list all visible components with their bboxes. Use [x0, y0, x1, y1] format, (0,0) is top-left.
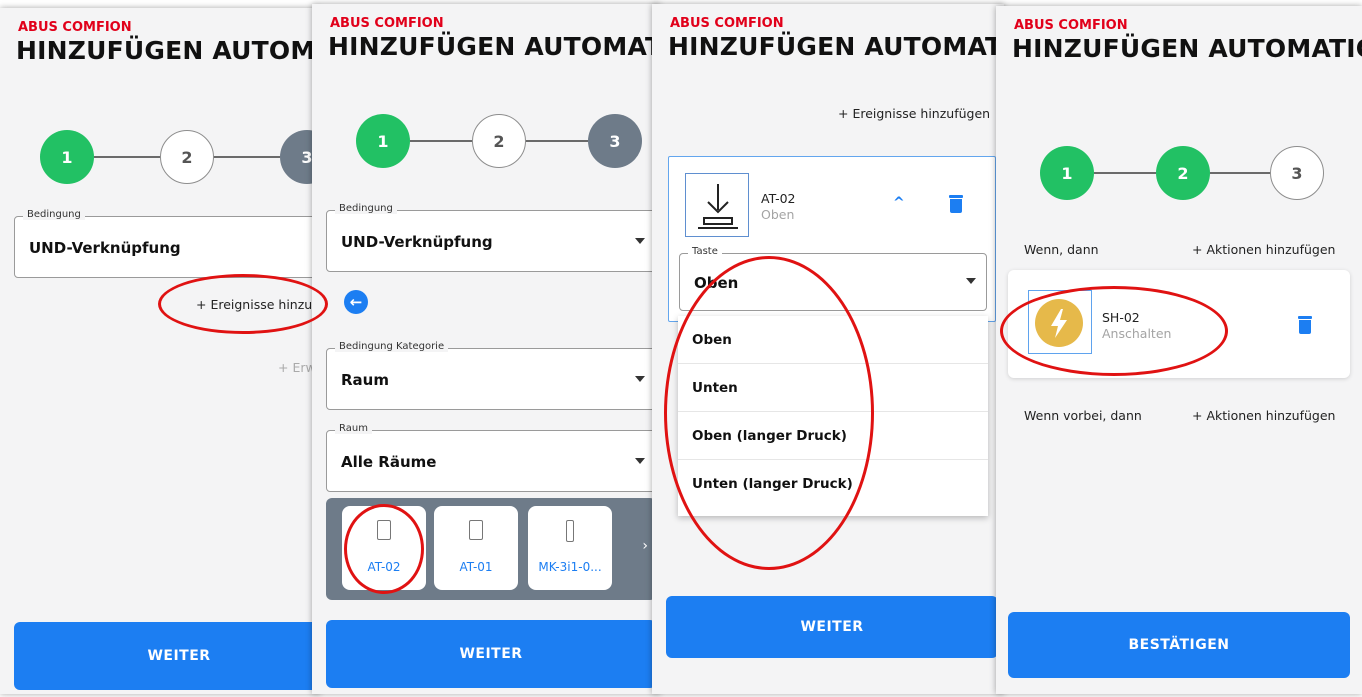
back-arrow-icon[interactable]: ← — [344, 290, 368, 314]
step-connector — [1210, 172, 1270, 174]
when-past-label: Wenn vorbei, dann — [1024, 408, 1142, 423]
page-title: HINZUFÜGEN AUTOMATION — [16, 36, 320, 65]
key-options-menu: Oben Unten Oben (langer Druck) Unten (la… — [678, 316, 988, 516]
chevron-down-icon — [635, 376, 645, 382]
option-oben[interactable]: Oben — [678, 316, 988, 364]
key-legend: Taste — [688, 246, 722, 257]
button-device-icon — [685, 173, 749, 237]
next-button[interactable]: WEITER — [14, 622, 320, 690]
device-tile-label: AT-02 — [367, 560, 401, 574]
action-state: Anschalten — [1102, 326, 1172, 341]
room-value: Alle Räume — [341, 453, 437, 471]
add-events-link[interactable]: + Ereignisse hinzuf — [196, 297, 317, 312]
device-state: Oben — [761, 207, 795, 222]
chevron-down-icon — [635, 458, 645, 464]
chevron-down-icon — [966, 278, 976, 284]
option-unten[interactable]: Unten — [678, 364, 988, 412]
step-2[interactable]: 2 — [160, 130, 214, 184]
brand-label: ABUS COMFION — [670, 16, 784, 31]
device-tile-at-01[interactable]: AT-01 — [434, 506, 518, 590]
chevron-down-icon — [635, 238, 645, 244]
brand-label: ABUS COMFION — [330, 16, 444, 31]
step-1[interactable]: 1 — [356, 114, 410, 168]
when-then-label: Wenn, dann — [1024, 242, 1099, 257]
device-tile-mk[interactable]: MK-3i1-0... — [528, 506, 612, 590]
condition-select[interactable]: Bedingung UND-Verknüpfung — [326, 203, 656, 272]
action-card: SH-02 Anschalten — [1008, 270, 1350, 378]
device-name: AT-02 — [761, 191, 796, 206]
step-2[interactable]: 2 — [472, 114, 526, 168]
event-card: AT-02 Oben ^ Taste Oben — [668, 156, 996, 322]
lightning-icon — [1035, 299, 1083, 347]
contact-icon — [566, 520, 574, 542]
page-title: HINZUFÜGEN AUTOMATION — [328, 32, 660, 61]
option-oben-lang[interactable]: Oben (langer Druck) — [678, 412, 988, 460]
trash-icon[interactable] — [1298, 316, 1312, 334]
category-value: Raum — [341, 371, 389, 389]
step-1[interactable]: 1 — [40, 130, 94, 184]
device-tile-label: MK-3i1-0... — [538, 560, 602, 574]
add-actions-link[interactable]: + Aktionen hinzufügen — [1192, 242, 1335, 257]
condition-value: UND-Verknüpfung — [29, 239, 181, 257]
option-unten-lang[interactable]: Unten (langer Druck) — [678, 460, 988, 508]
step-connector — [526, 140, 588, 142]
room-legend: Raum — [335, 423, 372, 434]
step-3[interactable]: 3 — [588, 114, 642, 168]
category-legend: Bedingung Kategorie — [335, 341, 449, 352]
screen-2-device-select: ABUS COMFION HINZUFÜGEN AUTOMATION 1 2 3… — [312, 4, 660, 694]
chevron-up-icon[interactable]: ^ — [893, 195, 905, 211]
page-title: HINZUFÜGEN AUTOMATION — [668, 32, 1004, 61]
condition-legend: Bedingung — [23, 209, 85, 220]
door-icon — [377, 520, 391, 540]
next-button[interactable]: WEITER — [666, 596, 998, 658]
door-icon — [469, 520, 483, 540]
screen-1-condition: ABUS COMFION HINZUFÜGEN AUTOMATION 1 2 3… — [0, 8, 320, 694]
confirm-button[interactable]: BESTÄTIGEN — [1008, 612, 1350, 678]
trash-icon[interactable] — [949, 195, 963, 213]
add-events-link[interactable]: + Ereignisse hinzufügen — [838, 106, 990, 121]
step-connector — [1094, 172, 1156, 174]
category-select[interactable]: Bedingung Kategorie Raum — [326, 341, 656, 410]
step-2[interactable]: 2 — [1156, 146, 1210, 200]
step-connector — [214, 156, 280, 158]
condition-value: UND-Verknüpfung — [341, 233, 493, 251]
stepper: 1 2 3 — [40, 130, 320, 184]
key-select[interactable]: Taste Oben — [679, 246, 987, 311]
device-tray: AT-02 AT-01 MK-3i1-0... › — [326, 498, 656, 600]
device-tile-at-02[interactable]: AT-02 — [342, 506, 426, 590]
screen-4-actions: ABUS COMFION HINZUFÜGEN AUTOMATION 1 2 3… — [996, 6, 1362, 694]
power-device-icon — [1028, 290, 1092, 354]
brand-label: ABUS COMFION — [1014, 18, 1128, 33]
room-select[interactable]: Raum Alle Räume — [326, 423, 656, 492]
device-tile-label: AT-01 — [459, 560, 493, 574]
chevron-right-icon[interactable]: › — [642, 538, 648, 554]
step-1[interactable]: 1 — [1040, 146, 1094, 200]
brand-label: ABUS COMFION — [18, 20, 132, 35]
action-device-name: SH-02 — [1102, 310, 1140, 325]
page-title: HINZUFÜGEN AUTOMATION — [1012, 34, 1362, 63]
condition-legend: Bedingung — [335, 203, 397, 214]
step-3[interactable]: 3 — [1270, 146, 1324, 200]
step-connector — [94, 156, 160, 158]
screen-3-event-detail: ABUS COMFION HINZUFÜGEN AUTOMATION + Ere… — [652, 4, 1004, 694]
next-button[interactable]: WEITER — [326, 620, 656, 688]
stepper: 1 2 3 — [356, 114, 656, 168]
key-value: Oben — [694, 274, 739, 292]
advanced-link[interactable]: + Erw — [278, 360, 316, 375]
condition-select[interactable]: Bedingung UND-Verknüpfung — [14, 209, 320, 278]
step-connector — [410, 140, 472, 142]
add-actions-link-2[interactable]: + Aktionen hinzufügen — [1192, 408, 1335, 423]
stepper: 1 2 3 — [1040, 146, 1340, 200]
